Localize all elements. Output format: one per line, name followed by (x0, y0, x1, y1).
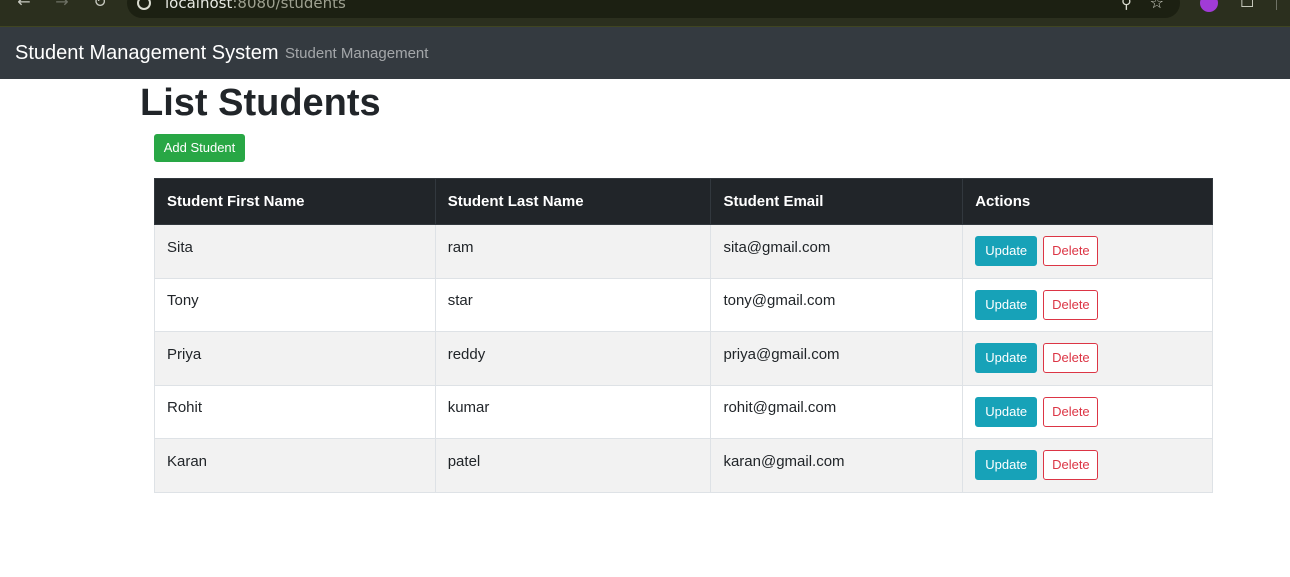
table-row: Tony star tony@gmail.com Update Delete (154, 277, 1213, 332)
update-button[interactable]: Update (975, 289, 1038, 320)
cell-last-name: reddy (434, 331, 712, 386)
update-button[interactable]: Update (975, 450, 1038, 481)
update-button[interactable]: Update (975, 343, 1038, 374)
first-name-text: Rohit (167, 399, 203, 417)
last-name-text: kumar (447, 399, 490, 417)
back-arrow-icon[interactable]: ← (14, 0, 34, 14)
cell-last-name: star (434, 277, 712, 332)
cell-actions: Update Delete (962, 331, 1213, 386)
first-name-text: Tony (167, 292, 199, 310)
header-actions: Actions (962, 178, 1213, 225)
add-student-button[interactable]: Add Student (154, 134, 245, 162)
first-name-text: Karan (167, 452, 208, 470)
cell-email: karan@gmail.com (710, 438, 964, 493)
delete-button[interactable]: Delete (1043, 289, 1099, 320)
site-info-icon[interactable] (137, 0, 151, 10)
update-button[interactable]: Update (975, 396, 1038, 427)
table-row: Rohit kumar rohit@gmail.com Update Delet… (154, 384, 1213, 439)
url-text[interactable]: localhost:8080/students (165, 0, 346, 12)
url-host: localhost (165, 0, 233, 12)
cell-email: priya@gmail.com (710, 331, 964, 386)
cell-last-name: ram (434, 224, 712, 279)
extensions-puzzle-icon[interactable]: ☐ (1240, 0, 1254, 11)
cell-last-name: patel (434, 438, 712, 493)
url-path: :8080/students (232, 0, 346, 12)
header-first-name: Student First Name (154, 178, 436, 225)
table-row: Priya reddy priya@gmail.com Update Delet… (154, 331, 1213, 386)
cell-first-name: Priya (154, 331, 436, 386)
header-email: Student Email (710, 178, 964, 225)
cell-actions: Update Delete (962, 224, 1213, 279)
cell-email: sita@gmail.com (710, 224, 964, 279)
address-bar[interactable]: localhost:8080/students ⚲ ☆ (127, 0, 1180, 18)
zoom-icon[interactable]: ⚲ (1121, 0, 1132, 12)
email-text: tony@gmail.com (723, 292, 836, 310)
cell-last-name: kumar (434, 384, 712, 439)
delete-button[interactable]: Delete (1043, 396, 1099, 427)
cell-first-name: Sita (154, 224, 436, 279)
delete-button[interactable]: Delete (1043, 450, 1099, 481)
cell-first-name: Rohit (154, 384, 436, 439)
cell-email: tony@gmail.com (710, 277, 964, 332)
navbar-brand[interactable]: Student Management System (15, 42, 278, 65)
cell-actions: Update Delete (962, 438, 1213, 493)
cell-actions: Update Delete (962, 384, 1213, 439)
table-row: Karan patel karan@gmail.com Update Delet… (154, 438, 1213, 493)
cell-first-name: Tony (154, 277, 436, 332)
table-row: Sita ram sita@gmail.com Update Delete (154, 224, 1213, 279)
last-name-text: ram (447, 238, 474, 256)
table-header-row: Student First Name Student Last Name Stu… (154, 178, 1213, 225)
students-table: Student First Name Student Last Name Stu… (154, 178, 1213, 493)
delete-button[interactable]: Delete (1043, 236, 1099, 267)
email-text: sita@gmail.com (723, 238, 831, 256)
reload-icon[interactable]: ↻ (90, 0, 110, 14)
email-text: priya@gmail.com (723, 345, 840, 363)
last-name-text: star (447, 292, 473, 310)
browser-toolbar: ← → ↻ localhost:8080/students ⚲ ☆ ☐ (0, 0, 1290, 26)
cell-actions: Update Delete (962, 277, 1213, 332)
first-name-text: Priya (167, 345, 202, 363)
last-name-text: patel (447, 452, 481, 470)
forward-arrow-icon[interactable]: → (52, 0, 72, 14)
cell-email: rohit@gmail.com (710, 384, 964, 439)
email-text: rohit@gmail.com (723, 399, 837, 417)
extension-icon[interactable] (1200, 0, 1218, 12)
cell-first-name: Karan (154, 438, 436, 493)
delete-button[interactable]: Delete (1043, 343, 1099, 374)
header-last-name: Student Last Name (434, 178, 712, 225)
app-navbar: Student Management System Student Manage… (0, 26, 1290, 79)
email-text: karan@gmail.com (723, 452, 845, 470)
page-title: List Students (140, 82, 381, 124)
bookmark-star-icon[interactable]: ☆ (1150, 0, 1164, 12)
nav-link-student-management[interactable]: Student Management (285, 45, 428, 62)
first-name-text: Sita (167, 238, 193, 256)
last-name-text: reddy (447, 345, 486, 363)
update-button[interactable]: Update (975, 236, 1038, 267)
toolbar-divider (1276, 0, 1277, 10)
